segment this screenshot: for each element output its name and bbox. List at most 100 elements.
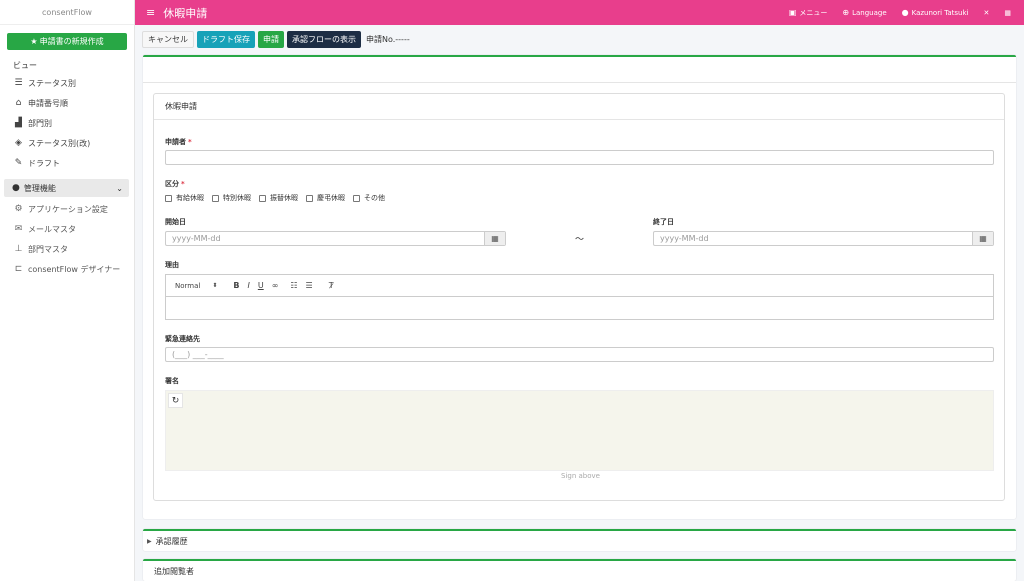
required-mark: * xyxy=(188,138,192,146)
sidebar: consentFlow ★ 申請書の新規作成 ビュー ☰ ステータス別 ⌂ 申請… xyxy=(0,0,135,581)
sidebar-item-by-department[interactable]: ▟ 部門別 xyxy=(0,113,134,133)
start-date-label: 開始日 xyxy=(165,218,186,226)
user-icon: ● xyxy=(901,8,909,17)
option-label: その他 xyxy=(364,194,385,202)
reason-editor: Normal ⬍ B I U ∞ ☷ ☰ T̷ xyxy=(165,274,994,320)
save-draft-button[interactable]: ドラフト保存 xyxy=(197,31,255,48)
approval-history-section[interactable]: ▶ 承認履歴 xyxy=(143,529,1016,551)
show-flow-button[interactable]: 承認フローの表示 xyxy=(287,31,361,48)
start-date-placeholder: yyyy-MM-dd xyxy=(172,234,221,243)
language-button[interactable]: ⊕ Language xyxy=(842,8,886,17)
sidebar-item-by-status[interactable]: ☰ ステータス別 xyxy=(0,73,134,93)
start-date-input[interactable]: yyyy-MM-dd ▦ xyxy=(165,231,506,246)
brand-logo[interactable]: consentFlow xyxy=(0,0,134,25)
end-date-placeholder: yyyy-MM-dd xyxy=(660,234,709,243)
editor-toolbar: Normal ⬍ B I U ∞ ☷ ☰ T̷ xyxy=(166,275,993,297)
sidebar-item-label: consentFlow デザイナー xyxy=(28,264,121,274)
ordered-list-icon[interactable]: ☷ xyxy=(290,281,297,290)
admin-group-label: 管理機能 xyxy=(23,183,56,193)
sidebar-item-by-status-v2[interactable]: ◈ ステータス別(改) xyxy=(0,133,134,153)
end-date-input[interactable]: yyyy-MM-dd ▦ xyxy=(653,231,994,246)
sidebar-item-dept-master[interactable]: ⊥ 部門マスタ xyxy=(0,239,134,259)
underline-icon[interactable]: U xyxy=(258,281,264,290)
form-card: 休暇申請 申請者 * 区分 * 有給休暇 特別休暇 振替休暇 慶弔休暇 その他 開始… xyxy=(153,93,1005,501)
signature-label: 署名 xyxy=(165,377,179,385)
fullscreen-button[interactable]: ✕ xyxy=(984,9,990,17)
new-request-button[interactable]: ★ 申請書の新規作成 xyxy=(7,33,127,50)
new-request-label: 申請書の新規作成 xyxy=(39,37,104,46)
checkbox[interactable] xyxy=(259,194,266,202)
form-title: 休暇申請 xyxy=(154,94,1004,120)
checkbox[interactable] xyxy=(306,194,313,202)
edit-icon: ✎ xyxy=(14,158,23,168)
submit-button[interactable]: 申請 xyxy=(258,31,284,48)
cancel-button[interactable]: キャンセル xyxy=(142,31,194,48)
mail-icon: ✉ xyxy=(14,224,23,234)
sitemap-icon: ⊥ xyxy=(14,244,23,254)
category-option[interactable]: 特別休暇 xyxy=(212,193,251,203)
refresh-icon[interactable]: ↻ xyxy=(168,393,183,408)
inbox-icon: ⌂ xyxy=(15,98,22,108)
category-option[interactable]: 慶弔休暇 xyxy=(306,193,345,203)
sign-above-hint: Sign above xyxy=(561,472,600,480)
sidebar-item-label: ステータス別(改) xyxy=(28,138,91,148)
end-date-label: 終了日 xyxy=(653,218,674,226)
applicant-label-text: 申請者 xyxy=(165,138,186,146)
emergency-contact-label: 緊急連絡先 xyxy=(165,335,200,343)
format-select[interactable]: Normal ⬍ xyxy=(175,282,217,290)
main-card-header xyxy=(143,57,1016,83)
admin-group-toggle[interactable]: ● 管理機能 ⌄ xyxy=(4,179,129,197)
calendar-icon[interactable]: ▦ xyxy=(972,232,993,245)
sidebar-item-label: アプリケーション設定 xyxy=(28,204,108,214)
signature-pad[interactable]: ↻ xyxy=(165,390,994,471)
application-number: 申請No.----- xyxy=(366,35,410,44)
bold-icon[interactable]: B xyxy=(233,281,239,290)
sidebar-item-label: ドラフト xyxy=(28,158,60,168)
main-card: 休暇申請 申請者 * 区分 * 有給休暇 特別休暇 振替休暇 慶弔休暇 その他 開始… xyxy=(143,55,1016,519)
category-option[interactable]: 有給休暇 xyxy=(165,193,204,203)
view-section-label: ビュー xyxy=(13,61,37,70)
hamburger-icon[interactable]: ≡ xyxy=(146,6,155,19)
user-cog-icon: ● xyxy=(12,183,20,193)
globe-icon: ⊕ xyxy=(842,8,850,17)
sidebar-item-label: ステータス別 xyxy=(28,78,76,88)
applicant-input[interactable] xyxy=(165,150,994,165)
category-option[interactable]: その他 xyxy=(353,193,385,203)
category-option[interactable]: 振替休暇 xyxy=(259,193,298,203)
bullet-list-icon[interactable]: ☰ xyxy=(306,281,313,290)
sidebar-item-app-settings[interactable]: ⚙ アプリケーション設定 xyxy=(0,199,134,219)
format-select-value: Normal xyxy=(175,281,201,290)
sidebar-item-drafts[interactable]: ✎ ドラフト xyxy=(0,153,134,173)
sidebar-item-by-number[interactable]: ⌂ 申請番号順 xyxy=(0,93,134,113)
gear-icon: ⚙ xyxy=(14,204,23,214)
checkbox[interactable] xyxy=(165,194,172,202)
list-icon: ☰ xyxy=(14,78,23,88)
category-options: 有給休暇 特別休暇 振替休暇 慶弔休暇 その他 xyxy=(165,193,393,203)
menu-icon: ▣ xyxy=(788,8,797,17)
option-label: 有給休暇 xyxy=(176,194,204,202)
language-label: Language xyxy=(852,8,887,17)
menu-label: メニュー xyxy=(799,8,828,17)
sidebar-item-mail-master[interactable]: ✉ メールマスタ xyxy=(0,219,134,239)
sidebar-item-label: メールマスタ xyxy=(28,224,76,234)
grid-icon: ▦ xyxy=(1004,8,1011,17)
apps-button[interactable]: ▦ xyxy=(1004,9,1011,17)
star-icon: ★ xyxy=(30,37,38,46)
select-caret-icon: ⬍ xyxy=(212,282,218,289)
link-icon[interactable]: ∞ xyxy=(272,281,279,290)
editor-content[interactable] xyxy=(166,297,993,319)
checkbox[interactable] xyxy=(353,194,360,202)
required-mark: * xyxy=(181,180,185,188)
emergency-contact-input[interactable]: (___) ___-____ xyxy=(165,347,994,362)
user-menu[interactable]: ● Kazunori Tatsuki xyxy=(902,8,969,17)
sidebar-item-designer[interactable]: ⊏ consentFlow デザイナー xyxy=(0,259,134,279)
menu-button[interactable]: ▣ メニュー xyxy=(789,8,828,18)
clear-format-icon[interactable]: T̷ xyxy=(329,281,334,290)
option-label: 慶弔休暇 xyxy=(317,194,345,202)
calendar-icon[interactable]: ▦ xyxy=(484,232,505,245)
italic-icon[interactable]: I xyxy=(247,281,249,290)
caret-right-icon: ▶ xyxy=(147,537,152,545)
additional-viewers-section[interactable]: 追加閲覧者 xyxy=(143,559,1016,581)
reason-label: 理由 xyxy=(165,261,179,269)
checkbox[interactable] xyxy=(212,194,219,202)
